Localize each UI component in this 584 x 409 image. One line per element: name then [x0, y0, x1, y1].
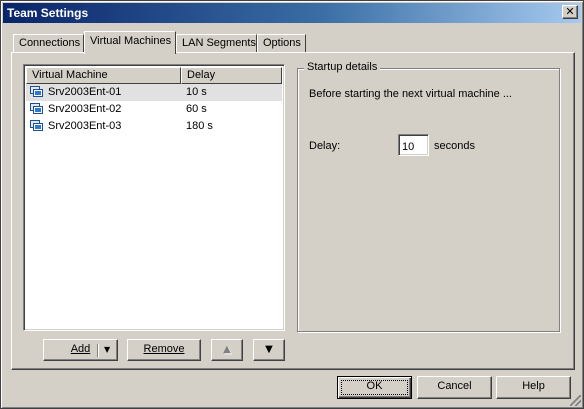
button-separator	[97, 344, 98, 357]
vm-name: Srv2003Ent-02	[48, 103, 122, 115]
column-header-delay[interactable]: Delay	[181, 67, 282, 84]
team-settings-dialog: Team Settings ✕ Connections Virtual Mach…	[0, 0, 584, 409]
list-header: Virtual Machine Delay	[26, 67, 282, 84]
remove-button[interactable]: Remove	[127, 339, 201, 361]
title-bar[interactable]: Team Settings ✕	[3, 3, 581, 23]
add-button[interactable]: Add ▼	[43, 339, 118, 361]
startup-description: Before starting the next virtual machine…	[309, 88, 512, 100]
chevron-down-icon: ▼	[104, 345, 111, 354]
virtual-machine-icon	[30, 86, 43, 97]
vm-delay: 60 s	[186, 103, 207, 115]
vm-name: Srv2003Ent-03	[48, 120, 122, 132]
tab-label: Options	[263, 37, 301, 49]
list-item[interactable]: Srv2003Ent-03 180 s	[26, 118, 282, 135]
vm-delay: 10 s	[186, 86, 207, 98]
window-title: Team Settings	[7, 6, 89, 20]
remove-button-label: Remove	[143, 343, 185, 355]
arrow-down-icon: ▼	[265, 344, 273, 355]
focus-ring	[341, 380, 408, 395]
column-header-label: Virtual Machine	[32, 69, 108, 81]
move-up-button[interactable]: ▲	[211, 339, 243, 361]
column-header-virtual-machine[interactable]: Virtual Machine	[26, 67, 181, 84]
add-button-label: Add	[70, 343, 91, 355]
startup-details-group	[297, 68, 560, 332]
list-item[interactable]: Srv2003Ent-02 60 s	[26, 101, 282, 118]
virtual-machine-icon	[30, 103, 43, 114]
help-button[interactable]: Help	[496, 376, 571, 399]
close-icon: ✕	[565, 5, 575, 18]
arrow-up-icon: ▲	[223, 344, 231, 355]
move-down-button[interactable]: ▼	[253, 339, 285, 361]
group-label: Startup details	[304, 61, 381, 73]
resize-grip[interactable]	[570, 395, 581, 406]
delay-input[interactable]	[398, 134, 429, 156]
tab-label: Connections	[19, 37, 81, 49]
vm-name: Srv2003Ent-01	[48, 86, 122, 98]
list-item[interactable]: Srv2003Ent-01 10 s	[26, 84, 282, 101]
vm-delay: 180 s	[186, 120, 213, 132]
tab-virtual-machines[interactable]: Virtual Machines	[84, 31, 176, 54]
column-header-label: Delay	[187, 69, 216, 81]
cancel-button[interactable]: Cancel	[417, 376, 492, 399]
tab-lan-segments[interactable]: LAN Segments	[176, 34, 257, 52]
tab-options[interactable]: Options	[257, 34, 306, 52]
virtual-machine-list[interactable]: Virtual Machine Delay Srv2003Ent-01 10 s…	[23, 64, 285, 331]
tab-label: Virtual Machines	[90, 35, 172, 47]
cancel-button-label: Cancel	[437, 380, 472, 392]
close-button[interactable]: ✕	[562, 5, 578, 19]
help-button-label: Help	[522, 380, 545, 392]
tab-label: LAN Segments	[182, 37, 256, 49]
virtual-machine-icon	[30, 120, 43, 131]
delay-unit: seconds	[434, 140, 475, 152]
delay-label: Delay:	[309, 140, 341, 152]
ok-button[interactable]: OK	[337, 376, 412, 399]
tab-connections[interactable]: Connections	[13, 34, 84, 52]
